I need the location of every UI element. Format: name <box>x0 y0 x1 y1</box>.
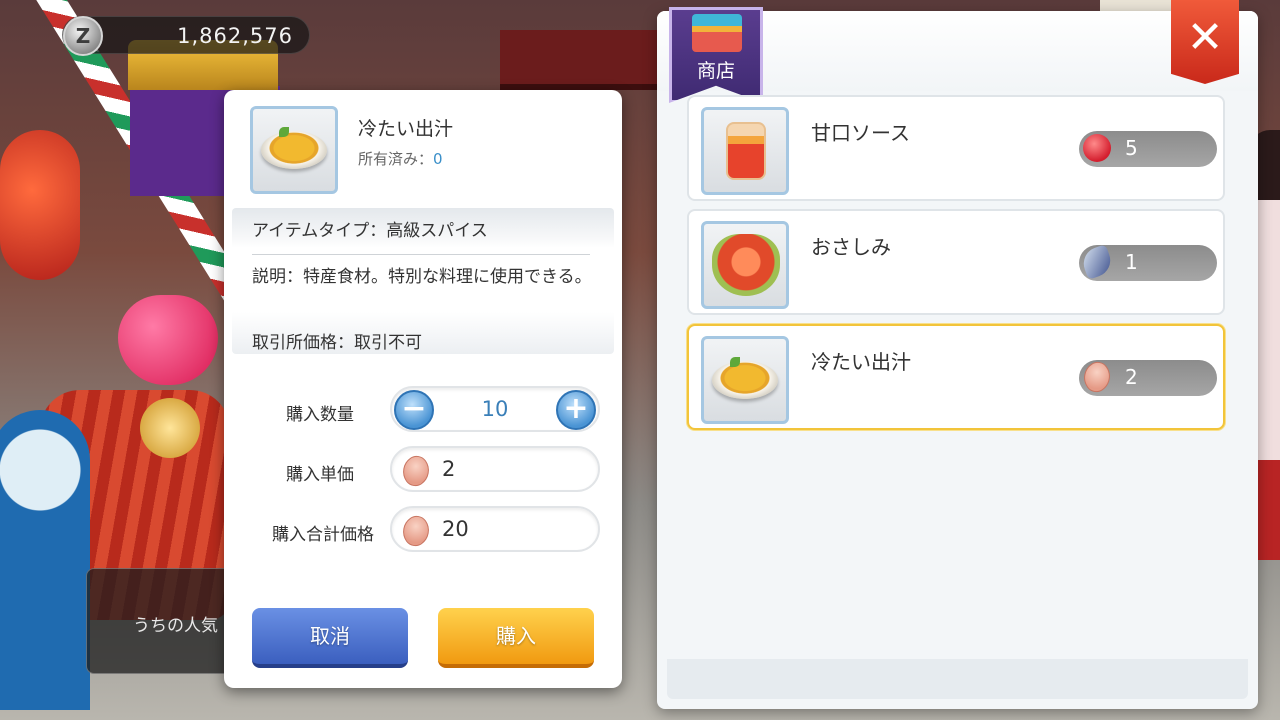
quantity-stepper: − 10 + <box>390 386 600 432</box>
chat-bubble[interactable]: うちの人気 <box>86 568 236 674</box>
zeny-currency-bar: Z 1,862,576 <box>62 16 310 56</box>
shop-item-sweet-sauce[interactable]: 甘口ソース 5 <box>687 95 1225 201</box>
chat-text: うちの人気 <box>133 616 218 636</box>
unit-price-value: 2 <box>442 457 456 481</box>
shop-item-cost-value: 5 <box>1125 136 1138 160</box>
cold-dashi-icon <box>712 357 778 399</box>
shop-roof <box>500 30 670 90</box>
item-name: 冷たい出汁 <box>358 118 454 140</box>
purchase-dialog: 冷たい出汁 所有済み：0 アイテムタイプ：高級スパイス 説明：特産食材。特別な料… <box>224 90 622 688</box>
total-price-label: 購入合計価格 <box>272 525 374 545</box>
shop-item-cost-value: 2 <box>1125 365 1138 389</box>
shop-item-sashimi[interactable]: おさしみ 1 <box>687 209 1225 315</box>
red-lantern <box>0 130 80 280</box>
item-icon-frame <box>701 107 789 195</box>
shop-item-name: 冷たい出汁 <box>811 350 911 374</box>
unit-price-field: 2 <box>390 446 600 492</box>
total-price-value: 20 <box>442 517 469 541</box>
item-icon-frame <box>701 336 789 424</box>
item-type: アイテムタイプ：高級スパイス <box>252 221 488 241</box>
info-divider <box>252 254 590 255</box>
shop-stall-icon <box>692 14 742 52</box>
meat-icon <box>396 451 436 491</box>
item-icon-frame <box>701 221 789 309</box>
increase-quantity-button[interactable]: + <box>556 390 596 430</box>
shop-item-cost: 5 <box>1079 131 1217 167</box>
unit-price-label: 購入単価 <box>286 465 354 485</box>
gold-orb <box>140 398 200 458</box>
item-icon-frame <box>250 106 338 194</box>
shop-item-cold-dashi[interactable]: 冷たい出汁 2 <box>687 324 1225 430</box>
item-description: 説明：特産食材。特別な料理に使用できる。 <box>252 267 592 287</box>
owned-count-line: 所有済み：0 <box>358 148 443 169</box>
heart-decoration <box>118 295 218 385</box>
zeny-amount: 1,862,576 <box>177 24 293 48</box>
meat-icon <box>396 511 436 551</box>
owned-count: 0 <box>433 150 443 168</box>
fish-icon <box>1079 244 1115 280</box>
meat-icon <box>1077 357 1117 397</box>
shop-item-cost-value: 1 <box>1125 250 1138 274</box>
buy-button[interactable]: 購入 <box>438 608 594 668</box>
zeny-coin-icon: Z <box>63 16 103 56</box>
shop-footer <box>667 659 1248 699</box>
close-button[interactable]: ✕ <box>1171 0 1239 84</box>
sashimi-platter-icon <box>712 234 780 296</box>
sauce-jar-icon <box>726 122 766 180</box>
item-info-box: アイテムタイプ：高級スパイス 説明：特産食材。特別な料理に使用できる。 取引所価… <box>232 208 614 354</box>
shop-item-cost: 1 <box>1079 244 1217 281</box>
exchange-price: 取引所価格：取引不可 <box>252 333 422 353</box>
shop-title: 商店 <box>696 60 735 82</box>
shop-item-name: おさしみ <box>811 235 891 259</box>
quantity-label: 購入数量 <box>286 405 354 425</box>
apple-icon <box>1083 134 1111 162</box>
shop-panel: 商店 ✕ 甘口ソース 5 おさしみ 1 冷たい出汁 2 <box>657 0 1258 709</box>
cancel-button[interactable]: 取消 <box>252 608 408 668</box>
cold-dashi-icon <box>261 127 327 169</box>
shop-item-cost: 2 <box>1077 357 1217 397</box>
cat-character[interactable] <box>0 410 90 710</box>
total-price-field: 20 <box>390 506 600 552</box>
owned-label: 所有済み： <box>358 150 434 168</box>
shop-item-name: 甘口ソース <box>811 121 910 145</box>
